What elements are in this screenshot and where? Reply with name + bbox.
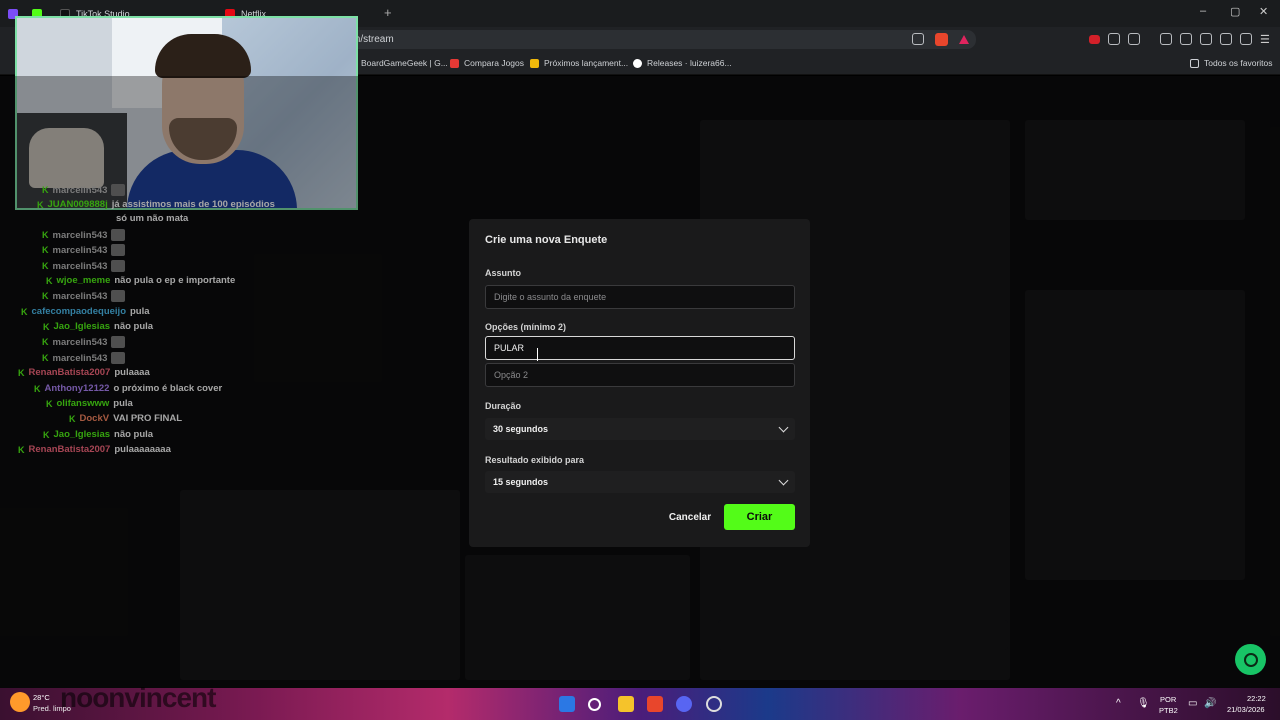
- weather-temperature[interactable]: 28°C: [33, 693, 50, 702]
- discord-icon[interactable]: [676, 696, 692, 712]
- search-icon[interactable]: [588, 698, 601, 711]
- chevron-down-icon: [778, 422, 789, 432]
- result-label: Resultado exibido para: [485, 455, 585, 465]
- create-button[interactable]: Criar: [724, 504, 795, 530]
- option-1-input[interactable]: [485, 336, 795, 360]
- github-icon: [633, 58, 642, 68]
- close-icon[interactable]: ✕: [1259, 5, 1268, 18]
- bookmark-label: Releases · luizera66...: [647, 58, 732, 68]
- bookmark-proximos-lancamentos[interactable]: Próximos lançament...: [530, 58, 628, 68]
- brave-rewards-icon[interactable]: [959, 35, 969, 44]
- all-bookmarks[interactable]: Todos os favoritos: [1190, 58, 1273, 68]
- wallet-icon[interactable]: [1200, 33, 1212, 45]
- bookmark-compara-jogos[interactable]: Compara Jogos: [450, 58, 524, 68]
- microphone-icon[interactable]: 🎙: [1137, 698, 1150, 709]
- brave-shields-icon[interactable]: [935, 33, 948, 46]
- bookmark-label: BoardGameGeek | G...: [361, 58, 448, 68]
- bookmark-icon: [450, 58, 459, 68]
- address-text[interactable]: m/stream: [352, 34, 394, 45]
- result-select[interactable]: 15 segundos: [485, 471, 795, 493]
- menu-icon[interactable]: ☰: [1260, 33, 1270, 46]
- maximize-icon[interactable]: ▢: [1230, 5, 1240, 18]
- network-icon[interactable]: ▭: [1188, 698, 1197, 709]
- wallpaper-brand: noonvincent: [60, 682, 216, 713]
- cancel-button[interactable]: Cancelar: [659, 504, 721, 530]
- sidebar-icon[interactable]: [1180, 33, 1192, 45]
- clock-date[interactable]: 21/03/2026: [1227, 705, 1265, 714]
- bookmark-label: Próximos lançament...: [544, 58, 629, 68]
- bookmark-boardgamegeek[interactable]: BoardGameGeek | G...: [361, 58, 448, 68]
- share-icon[interactable]: [912, 33, 924, 45]
- chevron-down-icon: [778, 475, 789, 485]
- vpn-icon[interactable]: [1240, 33, 1252, 45]
- language-indicator[interactable]: POR: [1160, 695, 1176, 704]
- result-value: 15 segundos: [493, 477, 549, 487]
- chevron-up-icon[interactable]: ^: [1116, 698, 1121, 709]
- extensions-icon[interactable]: [1108, 33, 1120, 45]
- address-bar[interactable]: [340, 30, 976, 49]
- weather-icon[interactable]: [10, 692, 30, 712]
- minimize-icon[interactable]: –: [1200, 5, 1206, 17]
- brave-taskbar-icon[interactable]: [647, 696, 663, 712]
- all-bookmarks-label: Todos os favoritos: [1204, 58, 1273, 68]
- file-explorer-icon[interactable]: [618, 696, 634, 712]
- help-button[interactable]: [1235, 644, 1266, 675]
- bookmark-icon: [530, 58, 539, 68]
- subject-label: Assunto: [485, 268, 521, 278]
- clock-time[interactable]: 22:22: [1247, 694, 1266, 703]
- keyboard-layout[interactable]: PTB2: [1159, 706, 1178, 715]
- bookmark-label: Compara Jogos: [464, 58, 525, 68]
- screenshot-icon[interactable]: [1128, 33, 1140, 45]
- duration-value: 30 segundos: [493, 424, 549, 434]
- music-icon[interactable]: [1160, 33, 1172, 45]
- new-tab-button[interactable]: +: [384, 5, 392, 20]
- bookmark-releases[interactable]: Releases · luizera66...: [633, 58, 732, 68]
- duration-select[interactable]: 30 segundos: [485, 418, 795, 440]
- start-icon[interactable]: [559, 696, 575, 712]
- volume-icon[interactable]: 🔊: [1204, 698, 1216, 709]
- options-label: Opções (mínimo 2): [485, 322, 567, 332]
- headset-icon: [1243, 652, 1258, 667]
- folder-icon: [1190, 58, 1199, 68]
- obs-icon[interactable]: [706, 696, 722, 712]
- weather-description[interactable]: Pred. limpo: [33, 704, 71, 713]
- modal-title: Crie uma nova Enquete: [485, 234, 608, 246]
- create-poll-modal: Crie uma nova Enquete Assunto Opções (mí…: [469, 219, 810, 547]
- subject-input[interactable]: [485, 285, 795, 309]
- option-2-input[interactable]: [485, 363, 795, 387]
- leo-ai-icon[interactable]: [1220, 33, 1232, 45]
- text-cursor: [537, 348, 538, 361]
- record-icon[interactable]: [1089, 35, 1100, 44]
- duration-label: Duração: [485, 401, 522, 411]
